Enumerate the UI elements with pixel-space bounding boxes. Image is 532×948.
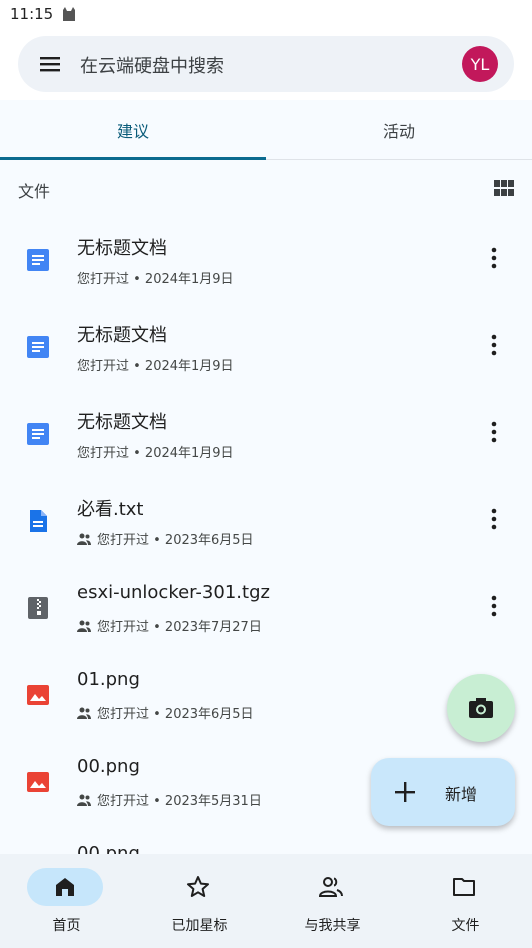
tab-suggested[interactable]: 建议 [0, 100, 266, 160]
search-input[interactable]: 在云端硬盘中搜索 [80, 52, 224, 78]
image-icon [27, 772, 49, 792]
file-meta: 您打开过 • 2024年1月9日 [77, 355, 234, 374]
more-options-icon[interactable] [484, 333, 504, 357]
new-button-label: 新增 [445, 785, 478, 804]
file-row[interactable]: esxi-unlocker-301.tgz 您打开过 • 2023年7月27日 [0, 564, 532, 651]
file-row[interactable]: 无标题文档 您打开过 • 2024年1月9日 [0, 390, 532, 477]
nav-shared-label: 与我共享 [304, 918, 361, 934]
nav-home-label: 首页 [52, 918, 81, 934]
avatar[interactable]: YL [462, 46, 498, 82]
file-meta: 您打开过 • 2023年6月5日 [77, 529, 254, 548]
menu-icon[interactable] [38, 52, 62, 76]
file-meta-text: 您打开过 • 2023年6月5日 [97, 533, 254, 548]
plus-icon [395, 782, 415, 802]
bottom-navigation: 首页 已加星标 与我共享 文件 [0, 854, 532, 948]
file-meta-text: 您打开过 • 2023年5月31日 [97, 794, 262, 809]
grid-view-icon[interactable] [494, 180, 514, 196]
tab-suggested-label: 建议 [116, 122, 149, 141]
file-meta-text: 您打开过 • 2024年1月9日 [77, 446, 234, 461]
file-name: 00.png [77, 756, 140, 777]
file-name: 无标题文档 [77, 412, 167, 433]
file-name: 必看.txt [77, 499, 144, 520]
more-options-icon[interactable] [484, 246, 504, 270]
status-time: 11:15 [10, 5, 54, 23]
avatar-initials: YL [470, 54, 490, 74]
scan-camera-button[interactable] [447, 674, 515, 742]
nav-shared[interactable]: 与我共享 [266, 854, 399, 948]
file-name: 无标题文档 [77, 325, 167, 346]
nav-starred-label: 已加星标 [171, 918, 228, 934]
notification-cat-icon [63, 7, 76, 21]
search-bar[interactable]: 在云端硬盘中搜索 YL [18, 36, 514, 92]
status-bar: 11:15 [0, 0, 532, 28]
file-meta: 您打开过 • 2024年1月9日 [77, 442, 234, 461]
file-row[interactable]: 必看.txt 您打开过 • 2023年6月5日 [0, 477, 532, 564]
shared-icon [77, 533, 91, 545]
image-icon [27, 685, 49, 705]
new-button[interactable]: 新增 [371, 758, 515, 826]
star-icon [187, 876, 209, 897]
folder-icon [453, 878, 475, 896]
nav-files-label: 文件 [451, 918, 480, 934]
file-row[interactable]: 无标题文档 您打开过 • 2024年1月9日 [0, 216, 532, 303]
people-icon [319, 877, 343, 897]
file-name: 00.png [77, 843, 140, 854]
file-meta: 您打开过 • 2023年7月27日 [77, 616, 262, 635]
file-name: 01.png [77, 669, 140, 690]
shared-icon [77, 620, 91, 632]
section-header: 文件 [0, 160, 532, 216]
more-options-icon[interactable] [484, 420, 504, 444]
file-meta: 您打开过 • 2023年5月31日 [77, 790, 262, 809]
doc-icon [27, 336, 49, 358]
shared-icon [77, 794, 91, 806]
section-title: 文件 [18, 182, 51, 201]
file-meta-text: 您打开过 • 2023年6月5日 [97, 707, 254, 722]
more-options-icon[interactable] [484, 594, 504, 618]
file-meta: 您打开过 • 2024年1月9日 [77, 268, 234, 287]
doc-icon [27, 249, 49, 271]
file-meta-text: 您打开过 • 2023年7月27日 [97, 620, 262, 635]
top-app-bar: 在云端硬盘中搜索 YL [0, 28, 532, 100]
doc-icon [27, 423, 49, 445]
text-file-icon [30, 510, 47, 532]
tab-activity[interactable]: 活动 [266, 100, 532, 160]
file-name: 无标题文档 [77, 238, 167, 259]
shared-icon [77, 707, 91, 719]
file-meta-text: 您打开过 • 2024年1月9日 [77, 359, 234, 374]
file-row[interactable]: 00.png [0, 825, 532, 854]
nav-files[interactable]: 文件 [399, 854, 532, 948]
nav-starred[interactable]: 已加星标 [133, 854, 266, 948]
camera-icon [469, 698, 493, 718]
nav-home[interactable]: 首页 [0, 854, 133, 948]
file-name: esxi-unlocker-301.tgz [77, 582, 270, 603]
tab-activity-label: 活动 [382, 122, 415, 141]
file-meta: 您打开过 • 2023年6月5日 [77, 703, 254, 722]
file-meta-text: 您打开过 • 2024年1月9日 [77, 272, 234, 287]
more-options-icon[interactable] [484, 507, 504, 531]
tab-bar: 建议 活动 [0, 100, 532, 160]
file-row[interactable]: 无标题文档 您打开过 • 2024年1月9日 [0, 303, 532, 390]
home-icon [56, 878, 74, 896]
archive-icon [28, 597, 48, 619]
